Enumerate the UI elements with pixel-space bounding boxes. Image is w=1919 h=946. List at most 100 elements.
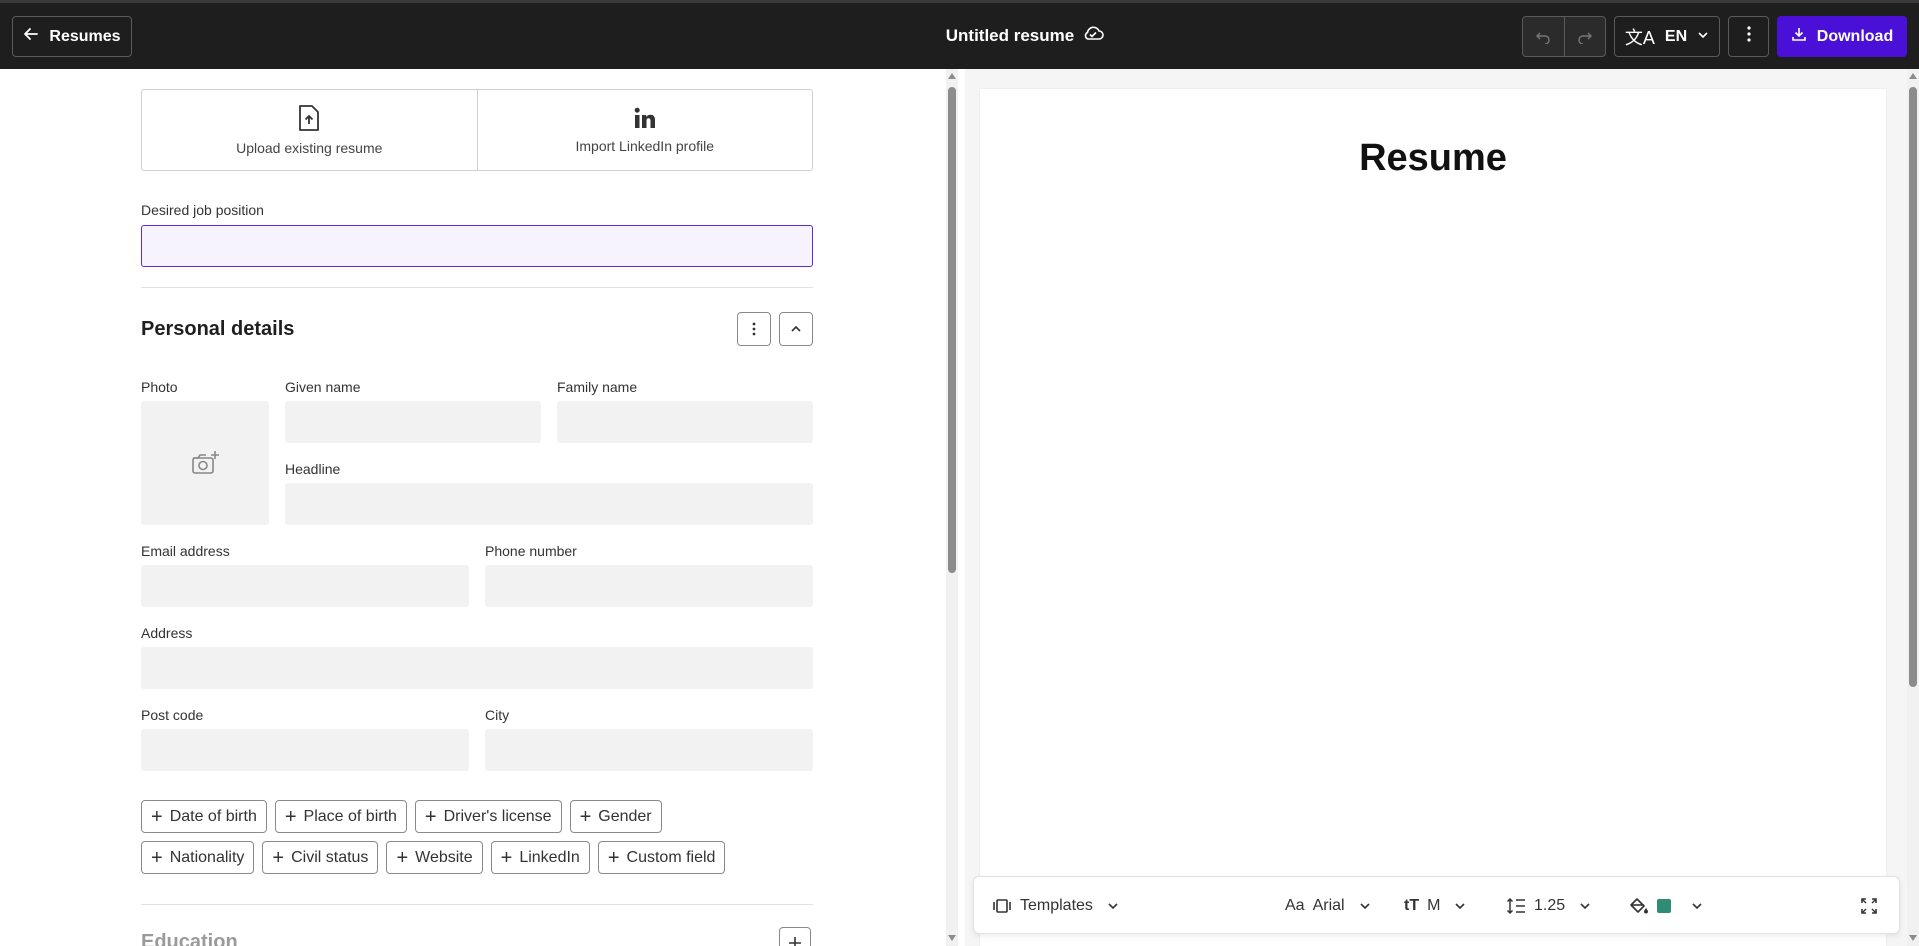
accent-color-swatch [1657, 899, 1671, 913]
divider [141, 904, 813, 905]
undo-icon [1536, 32, 1550, 44]
font-size-selector[interactable]: tT M [1404, 877, 1466, 935]
plus-icon: + [151, 846, 163, 869]
plus-icon: + [424, 805, 437, 828]
scroll-down-arrow-icon[interactable] [948, 935, 956, 941]
back-button-label: Resumes [49, 27, 121, 45]
email-input[interactable] [141, 565, 469, 607]
font-label: Arial [1312, 897, 1345, 914]
headline-input[interactable] [285, 483, 813, 525]
chip-label: Date of birth [169, 807, 257, 825]
preview-scrollbar-thumb[interactable] [1909, 87, 1917, 687]
undo-redo-group [1522, 16, 1606, 57]
preview-scrollbar[interactable] [1907, 69, 1919, 946]
more-options-button[interactable] [1728, 16, 1769, 57]
plus-icon: + [607, 846, 620, 869]
add-gender-button[interactable]: + Gender [569, 800, 662, 833]
headline-label: Headline [285, 461, 341, 477]
plus-icon: + [284, 805, 297, 828]
given-name-label: Given name [285, 379, 361, 395]
plus-icon: + [151, 805, 163, 828]
chevron-down-icon [1580, 903, 1590, 910]
font-selector[interactable]: Aa Arial [1285, 877, 1371, 935]
preview-toolbar: Templates Aa Arial tT M 1.25 [973, 876, 1900, 934]
scroll-up-arrow-icon[interactable] [1909, 73, 1917, 79]
undo-button[interactable] [1523, 17, 1564, 56]
import-linkedin-button[interactable]: Import LinkedIn profile [476, 90, 813, 170]
text-size-icon: tT [1404, 897, 1420, 914]
fullscreen-button[interactable] [1860, 877, 1878, 935]
form-scrollbar[interactable] [946, 69, 958, 946]
chevron-down-icon [1455, 903, 1466, 910]
redo-icon [1578, 32, 1592, 44]
add-place-of-birth-button[interactable]: + Place of birth [274, 800, 407, 833]
document-title-text: Untitled resume [945, 25, 1075, 45]
scroll-down-arrow-icon[interactable] [1909, 935, 1917, 941]
education-title: Education [141, 931, 238, 946]
add-custom-field-button[interactable]: + Custom field [597, 841, 726, 874]
add-date-of-birth-button[interactable]: + Date of birth [141, 800, 267, 833]
job-position-input[interactable] [141, 225, 813, 267]
plus-icon: + [396, 846, 409, 869]
download-button[interactable]: Download [1777, 16, 1907, 57]
optional-fields-row-1: + Date of birth + Place of birth + Driver's… [141, 800, 821, 833]
upload-resume-button[interactable]: Upload existing resume [142, 90, 477, 170]
redo-button[interactable] [1563, 17, 1606, 56]
chevron-down-icon [1360, 903, 1370, 910]
photo-label: Photo [141, 379, 178, 395]
paint-bucket-icon [1630, 898, 1648, 914]
back-to-resumes-button[interactable]: Resumes [12, 16, 132, 57]
phone-label: Phone number [485, 543, 577, 559]
font-icon: Aa [1285, 897, 1305, 914]
preview-title: Resume [1359, 137, 1507, 179]
templates-selector[interactable]: Templates [992, 877, 1119, 935]
post-code-label: Post code [141, 707, 204, 723]
download-label: Download [1816, 27, 1894, 45]
color-selector[interactable] [1629, 877, 1703, 935]
address-label: Address [141, 625, 193, 641]
language-selector[interactable]: 文A EN [1614, 16, 1720, 57]
plus-icon [789, 937, 801, 946]
family-name-input[interactable] [557, 401, 813, 443]
personal-details-title: Personal details [141, 318, 295, 340]
linkedin-icon [634, 107, 655, 128]
resume-form-panel: Upload existing resume Import LinkedIn p… [0, 69, 940, 946]
document-title[interactable]: Untitled resume [850, 25, 1200, 46]
add-linkedin-button[interactable]: + LinkedIn [490, 841, 590, 874]
plus-icon: + [272, 846, 285, 869]
line-spacing-selector[interactable]: 1.25 [1506, 877, 1591, 935]
optional-fields-row-2: + Nationality + Civil status + Website + Lin… [141, 841, 821, 874]
collapse-section-button[interactable] [779, 312, 813, 346]
scroll-up-arrow-icon[interactable] [948, 73, 956, 79]
add-education-button[interactable] [779, 927, 811, 946]
vertical-dots-icon [1746, 26, 1751, 47]
chevron-down-icon [1697, 28, 1709, 46]
templates-label: Templates [1020, 897, 1093, 914]
chevron-down-icon [1692, 903, 1702, 910]
chip-label: Website [415, 848, 473, 866]
chip-label: Gender [598, 807, 652, 825]
post-code-input[interactable] [141, 729, 469, 771]
plus-icon: + [500, 846, 513, 869]
add-civil-status-button[interactable]: + Civil status [262, 841, 379, 874]
add-nationality-button[interactable]: + Nationality [141, 841, 255, 874]
job-position-label: Desired job position [141, 202, 264, 218]
templates-icon [993, 899, 1011, 913]
phone-input[interactable] [485, 565, 813, 607]
translate-icon: 文A [1624, 27, 1655, 48]
city-label: City [485, 707, 510, 723]
address-input[interactable] [141, 647, 813, 689]
photo-upload[interactable] [141, 401, 269, 525]
chip-label: Civil status [291, 848, 369, 866]
chip-label: Custom field [626, 848, 716, 866]
vertical-dots-icon [752, 322, 756, 336]
add-drivers-license-button[interactable]: + Driver's license [414, 800, 562, 833]
city-input[interactable] [485, 729, 813, 771]
linkedin-label: Import LinkedIn profile [575, 138, 715, 154]
chip-label: Place of birth [303, 807, 397, 825]
given-name-input[interactable] [285, 401, 541, 443]
cloud-sync-icon [1082, 25, 1105, 46]
form-scrollbar-thumb[interactable] [948, 87, 956, 573]
add-website-button[interactable]: + Website [386, 841, 483, 874]
section-options-button[interactable] [737, 312, 771, 346]
